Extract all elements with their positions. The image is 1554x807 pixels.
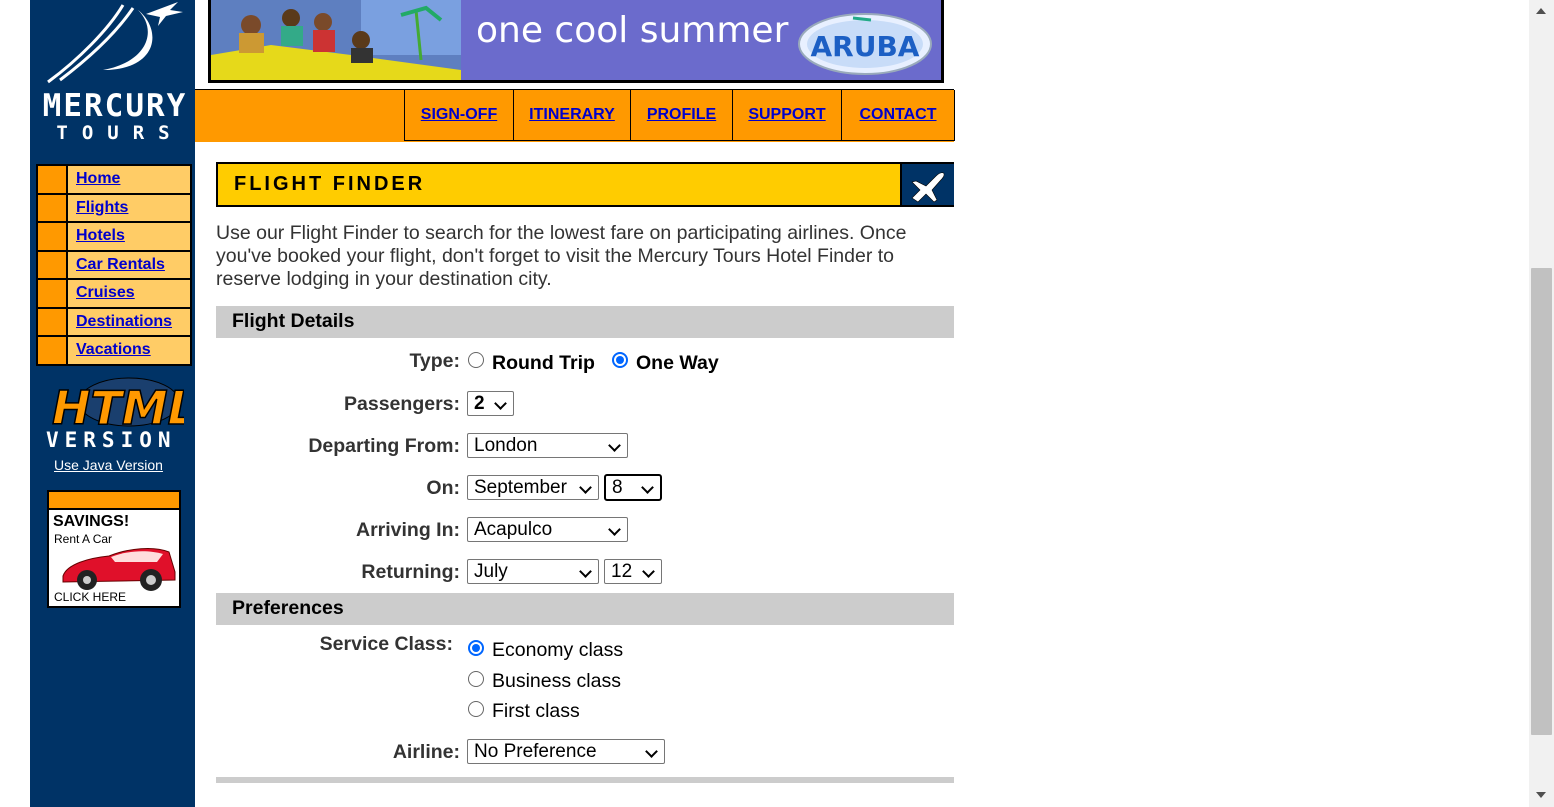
chevron-down-icon <box>642 565 655 578</box>
nav-row-car-rentals: Car Rentals <box>38 251 190 280</box>
banner-photo-icon <box>211 0 461 80</box>
menu-contact[interactable]: CONTACT <box>859 106 936 123</box>
chevron-down-icon <box>608 523 621 536</box>
business-class-label: Business class <box>492 670 621 692</box>
chevron-down-icon <box>641 481 654 494</box>
mercury-tours-logo: MERCURY TOURS <box>40 90 190 144</box>
flight-details-heading: Flight Details <box>216 306 954 338</box>
nav-link-destinations[interactable]: Destinations <box>68 309 172 336</box>
nav-row-destinations: Destinations <box>38 308 190 337</box>
nav-row-hotels: Hotels <box>38 223 190 252</box>
first-class-radio[interactable] <box>468 701 484 717</box>
nav-row-flights: Flights <box>38 194 190 223</box>
one-way-label: One Way <box>636 352 719 374</box>
airline-select[interactable]: No Preference <box>467 739 665 764</box>
nav-row-cruises: Cruises <box>38 280 190 309</box>
type-label: Type: <box>409 350 460 372</box>
economy-class-label: Economy class <box>492 639 624 661</box>
left-nav: Home Flights Hotels Car Rentals Cruises … <box>36 164 192 366</box>
nav-row-home: Home <box>38 166 190 195</box>
aruba-badge-icon: ARUBA <box>798 13 932 75</box>
nav-link-car-rentals[interactable]: Car Rentals <box>68 252 165 279</box>
nav-link-hotels[interactable]: Hotels <box>68 223 125 250</box>
return-day-select[interactable]: 12 <box>604 559 662 584</box>
mercury-logo-icon <box>47 2 183 84</box>
menu-support[interactable]: SUPPORT <box>748 106 825 123</box>
savings-ad[interactable]: SAVINGS! Rent A Car CLICK HERE <box>47 490 181 608</box>
returning-label: Returning: <box>361 561 460 583</box>
page-title: FLIGHT FINDER <box>234 173 426 195</box>
html-version-line2: VERSION <box>46 428 177 452</box>
banner-text: one cool summer <box>476 10 789 51</box>
round-trip-radio[interactable] <box>468 352 484 368</box>
flight-finder-header: FLIGHT FINDER <box>216 162 954 207</box>
chevron-down-icon <box>494 397 507 410</box>
savings-cta: CLICK HERE <box>54 590 127 604</box>
arriving-label: Arriving In: <box>355 519 460 541</box>
html-version-graphic: HTML VERSION <box>46 377 198 452</box>
depart-day-select[interactable]: 8 <box>604 474 662 501</box>
passengers-label: Passengers: <box>344 393 460 415</box>
menu-profile[interactable]: PROFILE <box>647 106 716 123</box>
chevron-down-icon <box>579 565 592 578</box>
economy-class-radio[interactable] <box>468 640 484 656</box>
car-icon <box>62 548 176 591</box>
top-menu: SIGN-OFF ITINERARY PROFILE SUPPORT CONTA… <box>195 89 955 142</box>
aruba-badge-text: ARUBA <box>811 30 920 63</box>
return-month-select[interactable]: July <box>467 559 599 584</box>
preferences-heading: Preferences <box>216 593 954 625</box>
scroll-down-icon[interactable] <box>1536 792 1546 798</box>
html-version-logo: HTML VERSION <box>44 372 198 457</box>
departing-select[interactable]: London <box>467 433 628 458</box>
round-trip-label: Round Trip <box>492 352 595 374</box>
on-label: On: <box>426 477 460 499</box>
logo-line2: TOURS <box>56 122 184 144</box>
menu-itinerary[interactable]: ITINERARY <box>529 106 615 123</box>
business-class-radio[interactable] <box>468 671 484 687</box>
airline-label: Airline: <box>392 741 460 763</box>
nav-link-cruises[interactable]: Cruises <box>68 280 135 307</box>
nav-link-vacations[interactable]: Vacations <box>68 337 151 364</box>
section-divider <box>216 777 954 783</box>
chevron-down-icon <box>608 439 621 452</box>
passengers-select[interactable]: 2 <box>467 391 514 416</box>
depart-month-select[interactable]: September <box>467 475 599 500</box>
one-way-radio[interactable] <box>612 352 628 368</box>
nav-row-vacations: Vacations <box>38 337 190 364</box>
logo-line1: MERCURY <box>42 88 188 124</box>
arriving-select[interactable]: Acapulco <box>467 517 628 542</box>
menu-sign-off[interactable]: SIGN-OFF <box>421 106 497 123</box>
summer-banner[interactable]: one cool summer ARUBA <box>208 0 944 83</box>
html-version-line1: HTML <box>52 381 184 435</box>
intro-text: Use our Flight Finder to search for the … <box>216 222 907 290</box>
departing-label: Departing From: <box>308 435 460 457</box>
scrollbar-thumb[interactable] <box>1531 268 1552 735</box>
scroll-up-icon[interactable] <box>1536 8 1546 14</box>
savings-title: SAVINGS! <box>53 513 130 530</box>
nav-link-flights[interactable]: Flights <box>68 195 128 222</box>
java-version-link[interactable]: Use Java Version <box>54 457 163 473</box>
chevron-down-icon <box>579 481 592 494</box>
chevron-down-icon <box>645 745 658 758</box>
first-class-label: First class <box>492 700 580 722</box>
airplane-icon <box>900 164 954 205</box>
nav-link-home[interactable]: Home <box>68 166 120 193</box>
service-class-label: Service Class: <box>319 633 453 655</box>
